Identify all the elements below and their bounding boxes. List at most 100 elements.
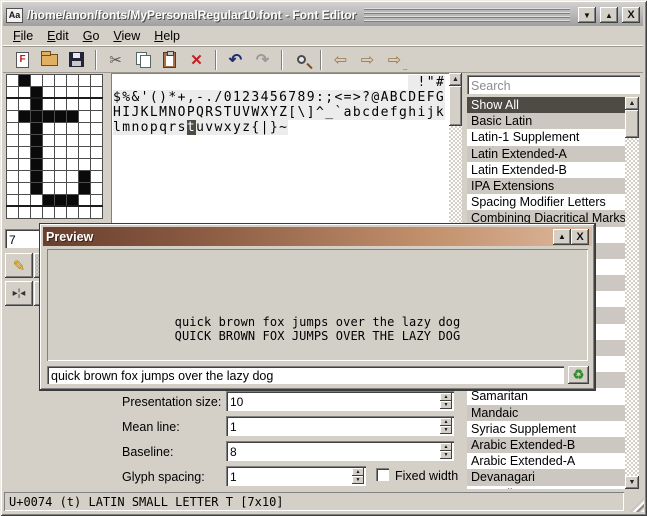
glyph-pixel[interactable] — [31, 159, 42, 170]
glyph-pixel[interactable] — [31, 171, 42, 182]
pen-size-input[interactable] — [5, 229, 40, 248]
glyph-pixel[interactable] — [91, 183, 102, 194]
glyph-pixel[interactable] — [91, 123, 102, 134]
block-list-item[interactable]: IPA Extensions — [467, 178, 625, 194]
glyph-pixel[interactable] — [67, 147, 78, 158]
glyph-pixel[interactable] — [55, 207, 66, 218]
glyph-pixel[interactable] — [43, 207, 54, 218]
glyph-pixel[interactable] — [55, 183, 66, 194]
charmap-chars[interactable]: $%&'()*+,-./0123456789:;<=>?@ABCDEFG — [113, 90, 445, 105]
glyph-pixel[interactable] — [79, 147, 90, 158]
glyph-pixel[interactable] — [55, 111, 66, 122]
glyph-pixel[interactable] — [55, 99, 66, 110]
glyph-pixel[interactable] — [67, 183, 78, 194]
glyph-pixel[interactable] — [67, 135, 78, 146]
block-list-item[interactable]: Show All — [467, 97, 625, 113]
glyph-pixel[interactable] — [55, 171, 66, 182]
block-list-item[interactable]: Latin Extended-A — [467, 146, 625, 162]
glyph-pixel[interactable] — [67, 111, 78, 122]
menu-go[interactable]: Go — [83, 29, 100, 43]
glyph-pixel[interactable] — [43, 171, 54, 182]
glyph-pixel[interactable] — [19, 183, 30, 194]
charmap-chars[interactable]: uvwxyz{|}~ — [196, 120, 288, 135]
glyph-pixel[interactable] — [7, 171, 18, 182]
glyph-pixel[interactable] — [31, 183, 42, 194]
block-list-scrollbar-thumb[interactable] — [625, 110, 639, 138]
scroll-up-icon[interactable]: ▲ — [449, 73, 462, 86]
glyph-pixel[interactable] — [31, 111, 42, 122]
glyph-pixel[interactable] — [79, 171, 90, 182]
charmap-chars[interactable]: HIJKLMNOPQRSTUVWXYZ[\]^_`abcdefghijk — [113, 105, 445, 120]
copy-button[interactable] — [129, 48, 156, 71]
block-list-item[interactable]: Devanagari — [467, 469, 625, 485]
glyph-pixel[interactable] — [55, 75, 66, 86]
glyph-pixel[interactable] — [7, 99, 18, 110]
glyph-pixel[interactable] — [91, 135, 102, 146]
glyph-pixel[interactable] — [31, 75, 42, 86]
spin-down-icon[interactable]: ▼ — [352, 476, 364, 484]
glyph-pixel[interactable] — [79, 99, 90, 110]
baseline-input[interactable] — [226, 441, 454, 461]
glyph-pixel[interactable] — [43, 75, 54, 86]
spin-down-icon[interactable]: ▼ — [440, 426, 452, 434]
glyph-pixel[interactable] — [7, 123, 18, 134]
spin-down-icon[interactable]: ▼ — [440, 451, 452, 459]
back-button[interactable]: ⇦ — [327, 48, 354, 71]
menu-view[interactable]: View — [113, 29, 140, 43]
glyph-pixel[interactable] — [79, 123, 90, 134]
glyph-pixel[interactable] — [55, 159, 66, 170]
glyph-spacing-input[interactable] — [226, 466, 366, 486]
glyph-pixel[interactable] — [43, 147, 54, 158]
preview-dialog-title-bar[interactable]: Preview ▲ X — [43, 227, 592, 246]
glyph-pixel[interactable] — [19, 123, 30, 134]
glyph-pixel[interactable] — [55, 135, 66, 146]
glyph-pixel[interactable] — [79, 135, 90, 146]
title-bar[interactable]: Aa /home/anon/fonts/MyPersonalRegular10.… — [3, 4, 643, 26]
glyph-pixel[interactable] — [7, 135, 18, 146]
dialog-close-button[interactable]: X — [571, 229, 589, 245]
glyph-pixel[interactable] — [91, 147, 102, 158]
block-list-item[interactable]: Syriac Supplement — [467, 421, 625, 437]
menu-file[interactable]: File — [13, 29, 33, 43]
forward-button[interactable]: ⇨ — [354, 48, 381, 71]
glyph-pixel[interactable] — [67, 207, 78, 218]
glyph-pixel[interactable] — [31, 135, 42, 146]
glyph-pixel[interactable] — [7, 75, 18, 86]
maximize-button[interactable]: ▲ — [600, 7, 618, 23]
block-list-item[interactable]: Arabic Extended-A — [467, 453, 625, 469]
glyph-pixel[interactable] — [43, 135, 54, 146]
glyph-pixel[interactable] — [43, 111, 54, 122]
glyph-pixel[interactable] — [79, 111, 90, 122]
resize-grip[interactable] — [630, 498, 644, 512]
glyph-pixel[interactable] — [91, 75, 102, 86]
glyph-pixel[interactable] — [19, 207, 30, 218]
redo-button[interactable]: ↷ — [249, 48, 276, 71]
glyph-pixel[interactable] — [79, 183, 90, 194]
glyph-pixel[interactable] — [91, 207, 102, 218]
cut-button[interactable]: ✂ — [102, 48, 129, 71]
glyph-pixel[interactable] — [7, 111, 18, 122]
rollup-button[interactable]: ▲ — [553, 229, 571, 245]
scroll-down-icon[interactable]: ▼ — [625, 476, 639, 489]
glyph-pixel[interactable] — [7, 159, 18, 170]
glyph-pixel[interactable] — [7, 183, 18, 194]
menu-edit[interactable]: Edit — [47, 29, 69, 43]
preview-text-input[interactable] — [47, 366, 564, 384]
block-list-scrollbar-track[interactable] — [625, 138, 639, 476]
block-list-item[interactable]: Samaritan — [467, 388, 625, 404]
presentation-size-input[interactable] — [226, 391, 454, 411]
minimize-button[interactable]: ▼ — [578, 7, 596, 23]
glyph-pixel[interactable] — [55, 147, 66, 158]
glyph-pixel[interactable] — [31, 147, 42, 158]
undo-button[interactable]: ↶ — [222, 48, 249, 71]
glyph-pixel[interactable] — [79, 75, 90, 86]
menu-help[interactable]: Help — [154, 29, 180, 43]
glyph-pixel[interactable] — [31, 207, 42, 218]
glyph-pixel[interactable] — [31, 99, 42, 110]
glyph-pixel[interactable] — [67, 123, 78, 134]
scroll-up-icon[interactable]: ▲ — [625, 97, 639, 110]
charmap-chars[interactable]: !"# — [408, 75, 445, 90]
goto-glyph-button[interactable]: ⇨... — [381, 48, 408, 71]
glyph-pixel[interactable] — [7, 147, 18, 158]
glyph-pixel[interactable] — [91, 99, 102, 110]
